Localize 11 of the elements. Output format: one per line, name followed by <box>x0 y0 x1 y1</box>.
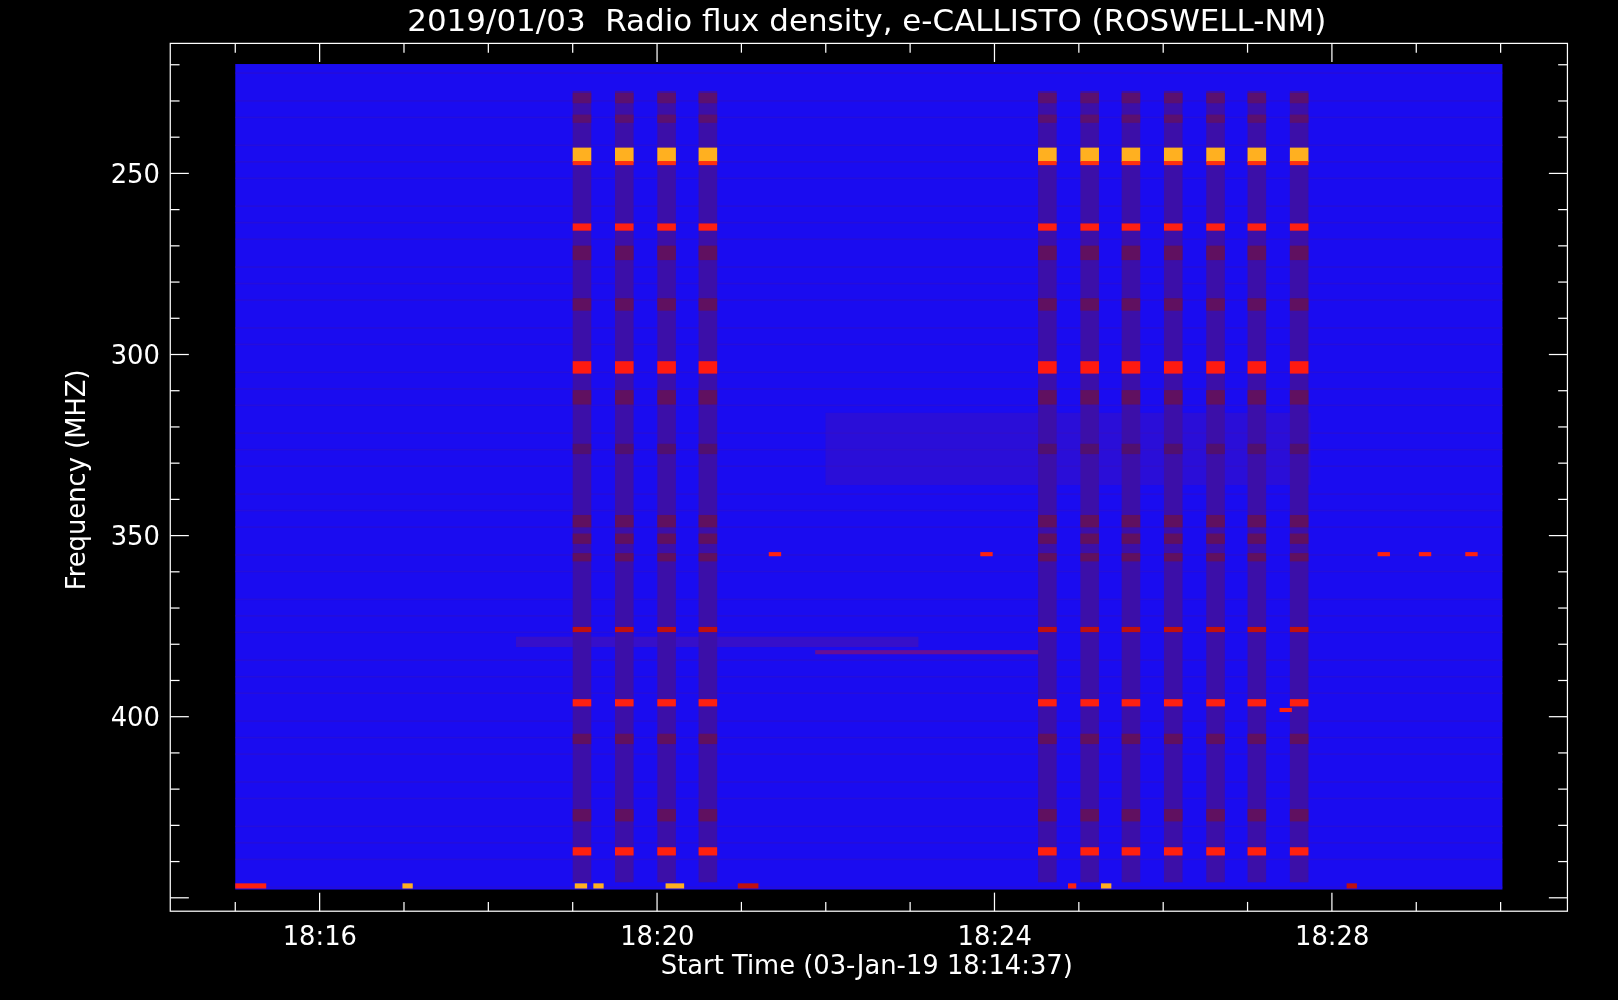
x-tick-label: 18:20 <box>620 921 695 952</box>
x-tick-label: 18:28 <box>1295 921 1370 952</box>
x-axis-label: Start Time (03-Jan-19 18:14:37) <box>660 950 1073 981</box>
y-tick-label: 350 <box>110 520 160 551</box>
y-tick-label: 300 <box>110 339 160 370</box>
x-tick-label: 18:24 <box>957 921 1032 952</box>
y-tick-label: 400 <box>110 702 160 732</box>
x-tick-label: 18:16 <box>282 921 358 952</box>
chart-title: 2019/01/03 Radio flux density, e-CALLISTO (ROSWELL-NM) <box>407 2 1327 38</box>
y-tick-label: 250 <box>110 158 160 189</box>
y-axis-label: Frequency (MHZ) <box>60 369 91 591</box>
